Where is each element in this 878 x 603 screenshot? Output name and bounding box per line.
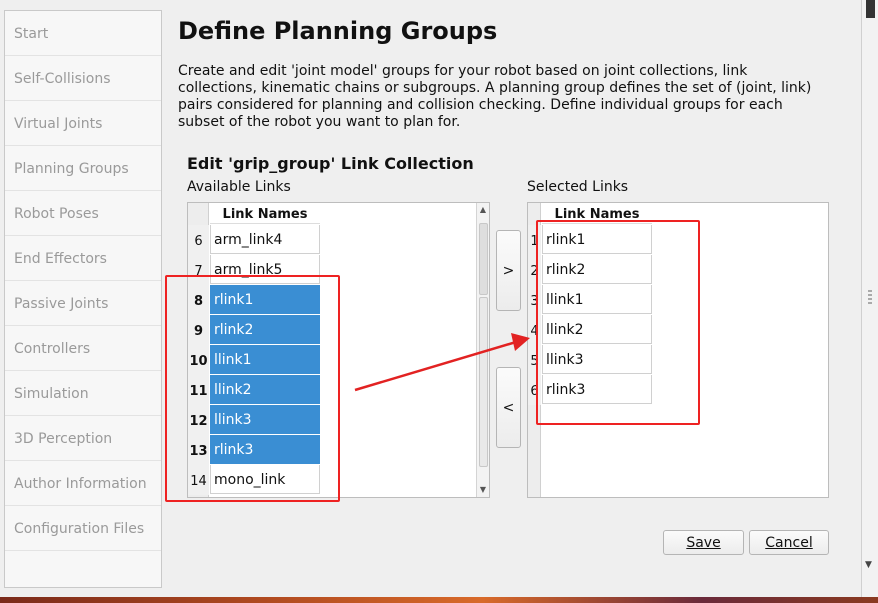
annotation-arrow: [354, 333, 530, 392]
annotation-arrow-line: [354, 340, 517, 392]
annotation-arrow-head: [511, 333, 530, 351]
